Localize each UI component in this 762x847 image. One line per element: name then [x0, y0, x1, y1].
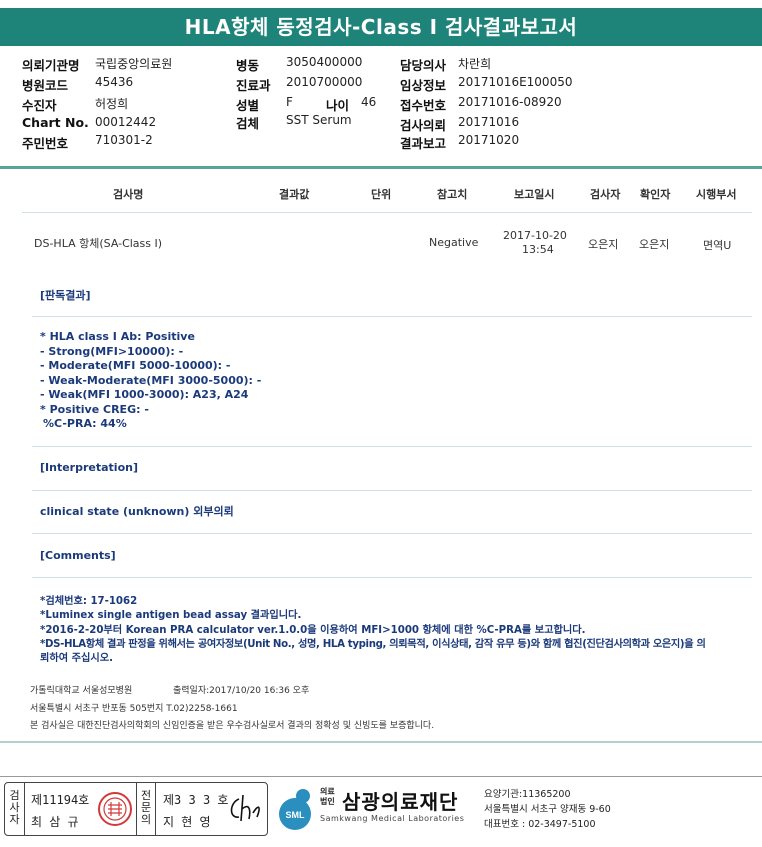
- judgement-block: * HLA class I Ab: Positive - Strong(MFI>…: [40, 330, 261, 432]
- doctor-label: 담당의사: [400, 58, 447, 73]
- col-unit: 단위: [371, 188, 392, 201]
- institution-phone: 대표번호 : 02-3497-5100: [484, 819, 596, 830]
- col2-name: 지 현 영: [163, 815, 211, 829]
- col1-number: 제11194호: [31, 793, 90, 807]
- header-line: [22, 212, 752, 213]
- footer-divider: [0, 741, 762, 743]
- info-divider: [0, 166, 762, 169]
- footer-printed: 출력일자:2017/10/20 16:36 오후: [173, 686, 310, 696]
- sml-logo-icon: SML: [279, 789, 311, 830]
- row-department: 면역U: [703, 239, 732, 252]
- comment-line-1: *검체번호: 17-1062: [40, 596, 138, 607]
- request-value: 20171016: [458, 115, 520, 129]
- col2-number: 제3 3 3 호: [163, 793, 229, 807]
- row-test-name: DS-HLA 항체(SA-Class I): [34, 237, 163, 250]
- comment-line-2: *Luminex single antigen bead assay 결과입니다…: [40, 610, 302, 622]
- row-report-date: 2017-10-20: [503, 229, 567, 242]
- footer-address: 서울특별시 서초구 반포동 505번지 T.02)2258-1661: [30, 704, 238, 714]
- specimen-value: SST Serum: [286, 113, 352, 127]
- rrn-label: 주민번호: [22, 136, 69, 151]
- col2-label: 전문의: [140, 789, 152, 826]
- rrn-value: 710301-2: [95, 133, 153, 147]
- patient-info: 의뢰기관명 국립중앙의료원 병원코드 45436 수진자 허정희 Chart N…: [0, 52, 762, 152]
- col-report-date: 보고일시: [514, 188, 555, 201]
- row-reference: Negative: [429, 236, 479, 249]
- judgement-line-2: - Strong(MFI>10000): -: [40, 344, 184, 358]
- bottom-divider: [0, 776, 762, 777]
- col2-vertical-label: 전문의: [136, 783, 156, 835]
- interpretation-text: clinical state (unknown) 외부의뢰: [40, 505, 234, 518]
- patient-value: 허정희: [95, 97, 129, 111]
- footer-certification: 본 검사실은 대한진단검사의학회의 신임인증을 받은 우수검사실로서 결과의 정…: [30, 721, 435, 731]
- sex-label: 성별: [236, 98, 260, 113]
- institution-logo: SML 의료법인 삼광의료재단 Samkwang Medical Laborat…: [272, 784, 482, 834]
- comments-block: *검체번호: 17-1062 *Luminex single antigen b…: [40, 595, 706, 666]
- sml-logo-text: SML: [286, 810, 306, 820]
- ward-label: 병동: [236, 58, 260, 73]
- col-result: 결과값: [279, 188, 310, 201]
- comment-line-3: *2016-2-20부터 Korean PRA calculator ver.1…: [40, 624, 586, 636]
- report-title: HLA항체 동정검사-Class I 검사결과보고서: [0, 8, 762, 46]
- judgement-line-5: - Weak(MFI 1000-3000): A23, A24: [40, 388, 249, 401]
- col-confirmer: 확인자: [640, 188, 671, 201]
- clinical-value: 20171016E100050: [458, 75, 573, 89]
- judgement-title: [판독결과]: [40, 289, 91, 302]
- interpretation-title: [Interpretation]: [40, 461, 138, 474]
- institution-care-code: 요양기관:11365200: [484, 789, 571, 800]
- institution-name: 삼광의료재단: [342, 790, 459, 814]
- signature-icon: [230, 794, 260, 822]
- row-tester: 오은지: [588, 238, 619, 251]
- doctor-value: 차란희: [458, 57, 492, 71]
- judgement-line-4: - Weak-Moderate(MFI 3000-5000): -: [40, 373, 262, 387]
- col-department: 시행부서: [696, 188, 737, 201]
- judgement-line-6: * Positive CREG: -: [40, 402, 149, 416]
- col1-vertical-label: 검사자: [5, 783, 25, 835]
- seal-stamp-icon: [98, 792, 132, 826]
- col1-label: 검사자: [9, 789, 20, 826]
- institution-prefix: 의료법인: [320, 787, 335, 806]
- ward-value: 3050400000: [286, 55, 363, 69]
- report-value: 20171020: [458, 133, 520, 147]
- accession-label: 접수번호: [400, 98, 447, 113]
- comment-line-4: *DS-HLA항체 결과 판정을 위해서는 공여자정보(Unit No., 성명…: [40, 638, 706, 650]
- institution-english: Samkwang Medical Laboratories: [320, 814, 465, 823]
- col-reference: 참고치: [437, 188, 468, 201]
- comment-line-5: 뢰하여 주십시오.: [40, 653, 114, 665]
- request-label: 검사의뢰: [400, 118, 447, 133]
- comments-title: [Comments]: [40, 549, 116, 562]
- hospital-value: 국립중앙의료원: [95, 57, 173, 71]
- age-label: 나이: [326, 98, 350, 113]
- age-value: 46: [361, 95, 377, 109]
- judgement-line-7: %C-PRA: 44%: [43, 417, 127, 430]
- col1-name: 최 삼 규: [31, 815, 79, 829]
- chart-label: Chart No.: [22, 115, 89, 130]
- sex-value: F: [286, 95, 293, 109]
- judgement-line-1: * HLA class I Ab: Positive: [40, 330, 195, 343]
- judgement-line-3: - Moderate(MFI 5000-10000): -: [40, 359, 231, 372]
- interpretation-line: [32, 490, 752, 491]
- report-label: 결과보고: [400, 136, 447, 151]
- patient-label: 수진자: [22, 98, 57, 113]
- code-value: 45436: [95, 75, 134, 89]
- row-confirmer: 오은지: [639, 238, 670, 251]
- specimen-label: 검체: [236, 116, 260, 131]
- institution-address: 서울특별시 서초구 양재동 9-60: [484, 804, 611, 815]
- signature-box: 검사자 제11194호 최 삼 규 전문의 제3 3 3 호 지 현 영: [4, 782, 268, 836]
- code-label: 병원코드: [22, 78, 69, 93]
- clinical-label: 임상정보: [400, 78, 447, 93]
- chart-value: 00012442: [95, 115, 157, 129]
- dept-label: 진료과: [236, 78, 271, 93]
- footer-university: 가톨릭대학교 서울성모병원: [30, 686, 133, 696]
- col-tester: 검사자: [590, 188, 621, 201]
- judgement-end-line: [32, 446, 752, 447]
- col-test-name: 검사명: [113, 188, 144, 201]
- comments-line: [32, 577, 752, 578]
- hospital-label: 의뢰기관명: [22, 58, 80, 73]
- row-report-time: 13:54: [522, 243, 554, 256]
- interpretation-end-line: [32, 533, 752, 534]
- judgement-line: [32, 316, 752, 317]
- accession-value: 20171016-08920: [458, 95, 562, 109]
- dept-value: 2010700000: [286, 75, 363, 89]
